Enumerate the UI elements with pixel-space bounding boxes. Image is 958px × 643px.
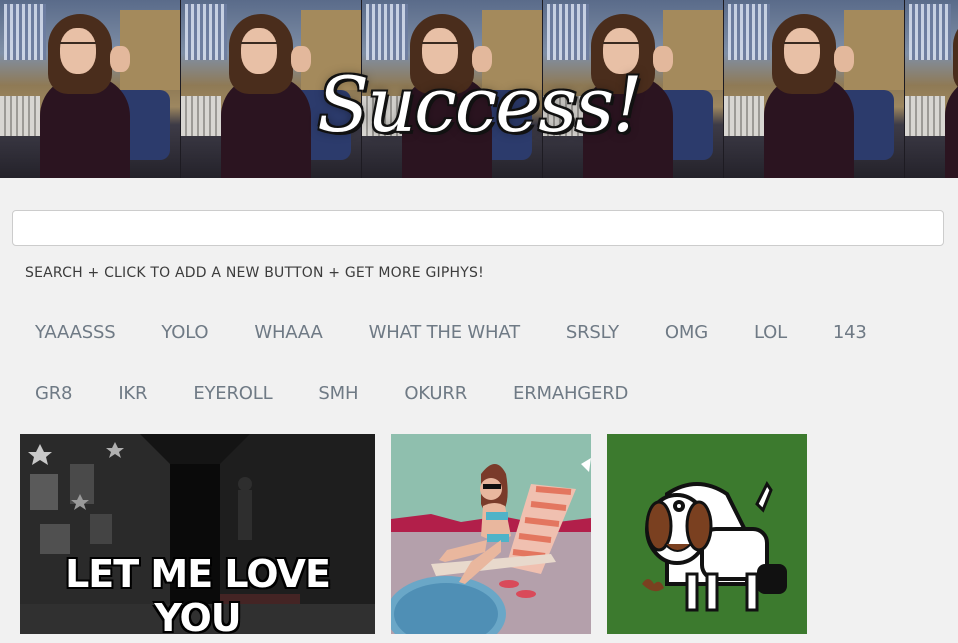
topic-button-what-the-what[interactable]: WHAT THE WHAT bbox=[356, 316, 533, 349]
page-title: Success! bbox=[317, 60, 643, 149]
topic-row: GR8 IKR EYEROLL SMH OKURR ERMAHGERD bbox=[22, 373, 942, 413]
instruction-text: SEARCH + CLICK TO ADD A NEW BUTTON + GET… bbox=[25, 265, 484, 281]
topic-button-okurr[interactable]: OKURR bbox=[391, 377, 480, 410]
topic-button-yaaasss[interactable]: YAAASSS bbox=[22, 316, 128, 349]
topic-button-smh[interactable]: SMH bbox=[305, 377, 371, 410]
topic-button-yolo[interactable]: YOLO bbox=[148, 316, 221, 349]
dog-image bbox=[607, 434, 807, 634]
gif-result-cartoon-dog[interactable] bbox=[607, 434, 807, 634]
topic-button-list: YAAASSS YOLO WHAAA WHAT THE WHAT SRSLY O… bbox=[22, 312, 942, 434]
header-banner: Success! bbox=[0, 0, 958, 178]
gif-caption: LET ME LOVE YOU bbox=[65, 552, 331, 634]
poolside-image bbox=[391, 434, 591, 634]
topic-button-eyeroll[interactable]: EYEROLL bbox=[180, 377, 285, 410]
topic-button-ermahgerd[interactable]: ERMAHGERD bbox=[500, 377, 641, 410]
search-input[interactable] bbox=[12, 210, 944, 246]
topic-button-143[interactable]: 143 bbox=[820, 316, 880, 349]
gif-result-haunted-hallway[interactable]: LET ME LOVE YOU bbox=[20, 434, 375, 634]
topic-button-srsly[interactable]: SRSLY bbox=[553, 316, 632, 349]
topic-row: YAAASSS YOLO WHAAA WHAT THE WHAT SRSLY O… bbox=[22, 312, 942, 352]
topic-button-gr8[interactable]: GR8 bbox=[22, 377, 85, 410]
topic-button-omg[interactable]: OMG bbox=[652, 316, 721, 349]
topic-button-ikr[interactable]: IKR bbox=[105, 377, 160, 410]
topic-button-whaaa[interactable]: WHAAA bbox=[241, 316, 335, 349]
gif-result-poolside-woman[interactable] bbox=[391, 434, 591, 634]
topic-button-lol[interactable]: LOL bbox=[741, 316, 800, 349]
